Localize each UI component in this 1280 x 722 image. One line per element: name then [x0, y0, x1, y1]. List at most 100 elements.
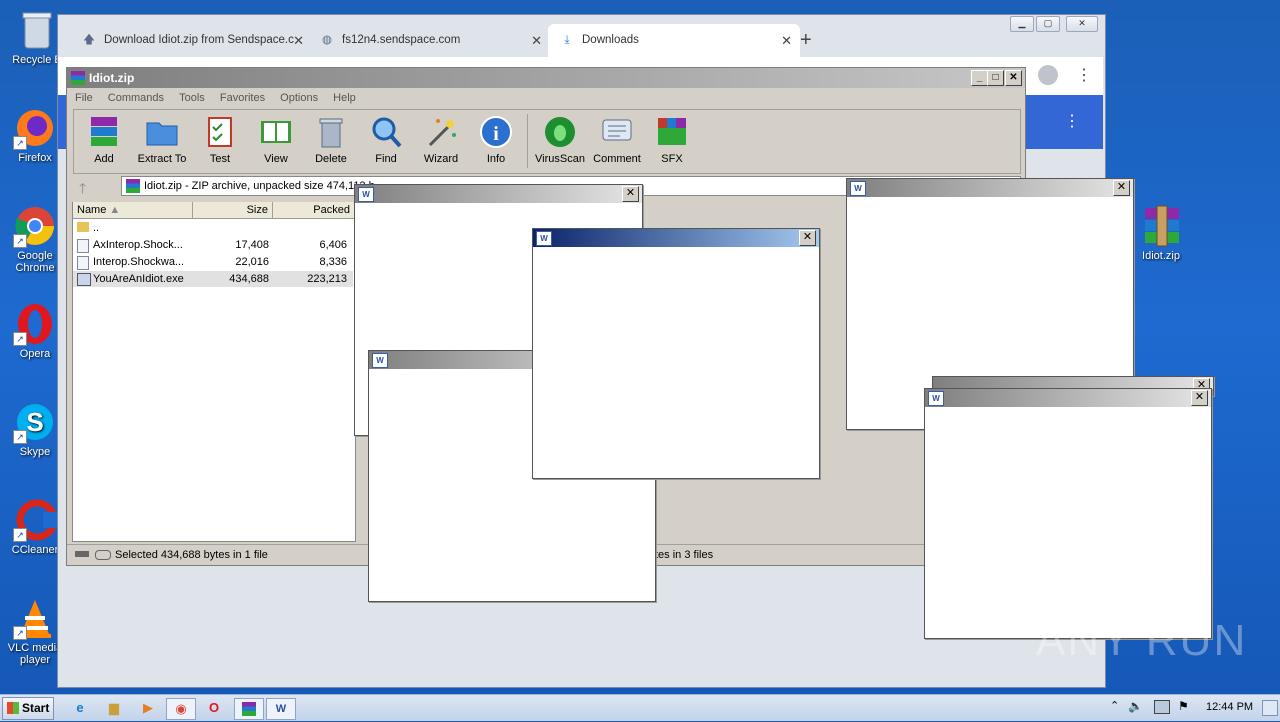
download-icon: ⤓ [564, 34, 570, 46]
find-button[interactable]: Find [356, 115, 416, 165]
menu-favorites[interactable]: Favorites [220, 92, 265, 104]
popup-title-bar[interactable]: W ✕ [533, 229, 819, 247]
test-button[interactable]: Test [190, 115, 250, 165]
book-icon [259, 115, 293, 149]
trash-icon [314, 115, 348, 149]
winrar-archive-icon [1139, 204, 1183, 248]
column-packed[interactable]: Packed [273, 202, 355, 218]
column-size[interactable]: Size [193, 202, 273, 218]
tab-sendspace-download[interactable]: 🡅 Download Idiot.zip from Sendspace.c ✕ [72, 24, 312, 57]
menu-file[interactable]: File [75, 92, 93, 104]
more-actions-button[interactable]: ⋮ [1064, 111, 1080, 131]
up-folder-button[interactable]: 🡑 [79, 178, 86, 202]
bug-icon [543, 115, 577, 149]
list-item-selected[interactable]: YouAreAnIdiot.exe 434,688 223,213 [73, 271, 353, 287]
watermark: ANY RUN [1036, 616, 1248, 665]
status-right: tes in 3 files [655, 549, 714, 561]
show-desktop-button[interactable] [1262, 700, 1278, 716]
view-button[interactable]: View [246, 115, 306, 165]
winrar-app-icon [71, 71, 85, 85]
drive-icon [75, 551, 89, 557]
recycle-bin-icon [15, 8, 59, 52]
opera-icon: ↗ [13, 302, 57, 346]
idiot-app-taskbar-icon[interactable]: W [266, 698, 296, 720]
column-name[interactable]: Name ▲ [73, 202, 193, 218]
sfx-icon [655, 115, 689, 149]
restore-button[interactable]: ▢ [1036, 16, 1060, 32]
winrar-taskbar-icon[interactable] [234, 698, 264, 720]
chrome-taskbar-icon[interactable]: ◉ [166, 698, 196, 720]
list-item[interactable]: AxInterop.Shock... 17,408 6,406 [73, 237, 353, 253]
list-item[interactable]: Interop.Shockwa... 22,016 8,336 [73, 254, 353, 270]
key-icon [95, 550, 111, 560]
svg-text:i: i [493, 123, 499, 145]
opera-taskbar-icon[interactable]: O [200, 698, 228, 718]
new-tab-button[interactable]: + [800, 29, 812, 52]
info-button[interactable]: i Info [466, 115, 526, 165]
window-app-icon: W [928, 391, 944, 406]
close-button[interactable]: ✕ [1113, 180, 1130, 196]
menu-options[interactable]: Options [280, 92, 318, 104]
tab-close-icon[interactable]: ✕ [293, 24, 304, 57]
tab-downloads[interactable]: ⤓ Downloads ✕ [548, 24, 800, 57]
close-button[interactable]: ✕ [622, 186, 639, 202]
menu-commands[interactable]: Commands [108, 92, 164, 104]
virusscan-button[interactable]: VirusScan [530, 115, 590, 165]
sort-arrow-icon: ▲ [109, 204, 121, 216]
firefox-icon: ↗ [13, 106, 57, 150]
profile-avatar-icon[interactable] [1038, 65, 1058, 85]
tab-fs12n4[interactable]: ◍ fs12n4.sendspace.com ✕ [312, 24, 550, 57]
flag-icon[interactable]: ⚑ [1178, 699, 1189, 713]
globe-icon: ◍ [321, 34, 333, 46]
comment-icon [600, 115, 634, 149]
extract-to-button[interactable]: Extract To [132, 115, 192, 165]
ccleaner-icon: ↗ [13, 498, 58, 542]
file-list [72, 202, 356, 542]
start-button[interactable]: Start [2, 697, 54, 720]
list-item[interactable]: .. [73, 220, 353, 236]
menu-help[interactable]: Help [333, 92, 356, 104]
desktop-icon-label: Idiot.zip [1142, 250, 1180, 262]
sfx-button[interactable]: SFX [642, 115, 702, 165]
close-button[interactable]: ✕ [1005, 70, 1022, 86]
ie-icon[interactable]: e [66, 698, 94, 718]
comment-button[interactable]: Comment [587, 115, 647, 165]
maximize-button[interactable]: □ [987, 70, 1004, 86]
close-button[interactable]: ✕ [799, 230, 816, 246]
taskbar: Start e ▆ ▶ ◉ O W ⌃ 🔈 ⚑ 12:44 PM [0, 694, 1280, 721]
tab-close-icon[interactable]: ✕ [781, 24, 792, 57]
browser-menu-button[interactable]: ⋮ [1076, 65, 1092, 85]
popup-title-bar[interactable]: W ✕ [847, 179, 1133, 197]
wizard-button[interactable]: Wizard [411, 115, 471, 165]
popup-window[interactable]: W ✕ [924, 388, 1212, 639]
volume-icon[interactable]: 🔈 [1128, 699, 1143, 713]
minimize-button[interactable]: _ [971, 70, 988, 86]
close-button[interactable]: ✕ [1191, 390, 1208, 406]
desktop-icon-idiot-zip[interactable]: Idiot.zip [1126, 204, 1196, 262]
popup-window-active[interactable]: W ✕ [532, 228, 820, 479]
folder-up-icon [77, 222, 89, 232]
popup-title-bar[interactable]: W ✕ [925, 389, 1211, 407]
magnifier-icon [369, 115, 403, 149]
svg-text:S: S [26, 407, 43, 437]
clock[interactable]: 12:44 PM [1206, 701, 1253, 713]
popup-title-bar[interactable]: W ✕ [355, 185, 642, 203]
dll-file-icon [77, 239, 89, 253]
window-app-icon: W [372, 353, 388, 368]
delete-button[interactable]: Delete [301, 115, 361, 165]
tray-expand-icon[interactable]: ⌃ [1110, 699, 1119, 712]
close-button[interactable]: ✕ [1066, 16, 1098, 32]
tab-close-icon[interactable]: ✕ [531, 24, 542, 57]
window-app-icon: W [358, 187, 374, 202]
add-button[interactable]: Add [74, 115, 134, 165]
info-icon: i [479, 115, 513, 149]
winrar-title: Idiot.zip [89, 71, 135, 85]
magic-wand-icon [424, 115, 458, 149]
add-icon [87, 115, 121, 149]
media-player-icon[interactable]: ▶ [134, 698, 162, 718]
checklist-icon [203, 115, 237, 149]
network-icon[interactable] [1154, 700, 1170, 714]
explorer-icon[interactable]: ▆ [100, 698, 128, 718]
menu-tools[interactable]: Tools [179, 92, 205, 104]
minimize-button[interactable]: ▁ [1010, 16, 1034, 32]
